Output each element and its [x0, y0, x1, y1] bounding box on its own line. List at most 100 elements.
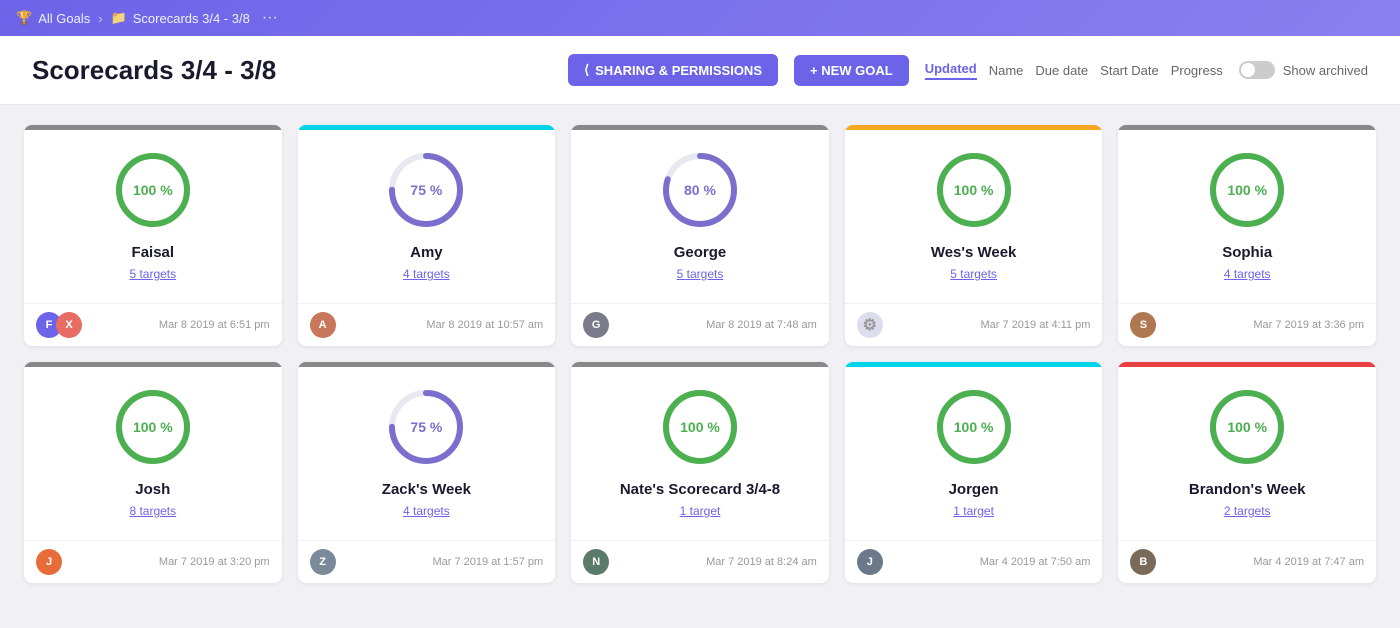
progress-circle: 75 %	[386, 150, 466, 230]
show-archived-toggle[interactable]	[1239, 61, 1275, 79]
progress-percent: 75 %	[410, 182, 442, 198]
avatar: A	[310, 312, 336, 338]
sort-start-date[interactable]: Start Date	[1100, 63, 1159, 78]
card-footer: N Mar 7 2019 at 8:24 am	[571, 540, 829, 583]
card-targets[interactable]: 1 target	[953, 504, 994, 518]
avatar-2: X	[56, 312, 82, 338]
avatar-group: F X	[36, 312, 82, 338]
card-footer: S Mar 7 2019 at 3:36 pm	[1118, 303, 1376, 346]
sort-options: Updated Name Due date Start Date Progres…	[925, 61, 1223, 80]
card-name: Sophia	[1222, 244, 1272, 261]
avatar: G	[583, 312, 609, 338]
card-body: 75 % Zack's Week 4 targets	[298, 367, 556, 540]
scorecard-card[interactable]: 75 % Zack's Week 4 targets Z Mar 7 2019 …	[298, 362, 556, 583]
card-footer: G Mar 8 2019 at 7:48 am	[571, 303, 829, 346]
card-name: Wes's Week	[931, 244, 1017, 261]
page-header: Scorecards 3/4 - 3/8 ⟨ SHARING & PERMISS…	[0, 36, 1400, 105]
card-body: 100 % Wes's Week 5 targets	[845, 130, 1103, 303]
card-name: Brandon's Week	[1189, 481, 1306, 498]
card-body: 100 % Nate's Scorecard 3/4-8 1 target	[571, 367, 829, 540]
progress-circle: 100 %	[113, 387, 193, 467]
scorecard-card[interactable]: 100 % Brandon's Week 2 targets B Mar 4 2…	[1118, 362, 1376, 583]
progress-percent: 100 %	[133, 419, 173, 435]
progress-percent: 80 %	[684, 182, 716, 198]
card-body: 100 % Brandon's Week 2 targets	[1118, 367, 1376, 540]
scorecard-card[interactable]: 75 % Amy 4 targets A Mar 8 2019 at 10:57…	[298, 125, 556, 346]
sort-due-date[interactable]: Due date	[1035, 63, 1088, 78]
card-targets[interactable]: 4 targets	[403, 504, 450, 518]
card-body: 100 % Faisal 5 targets	[24, 130, 282, 303]
avatar: B	[1130, 549, 1156, 575]
card-targets[interactable]: 4 targets	[403, 267, 450, 281]
share-icon: ⟨	[584, 62, 589, 78]
card-body: 100 % Josh 8 targets	[24, 367, 282, 540]
top-nav: 🏆 All Goals › 📁 Scorecards 3/4 - 3/8 ···	[0, 0, 1400, 36]
card-body: 75 % Amy 4 targets	[298, 130, 556, 303]
avatar: J	[857, 549, 883, 575]
progress-percent: 100 %	[1227, 182, 1267, 198]
nav-scorecard[interactable]: 📁 Scorecards 3/4 - 3/8	[111, 10, 250, 26]
card-name: Zack's Week	[382, 481, 471, 498]
card-footer: F X Mar 8 2019 at 6:51 pm	[24, 303, 282, 346]
avatar: N	[583, 549, 609, 575]
progress-circle: 80 %	[660, 150, 740, 230]
card-footer: A Mar 8 2019 at 10:57 am	[298, 303, 556, 346]
card-timestamp: Mar 7 2019 at 3:36 pm	[1253, 319, 1364, 331]
show-archived-label: Show archived	[1283, 63, 1368, 78]
card-targets[interactable]: 5 targets	[677, 267, 724, 281]
card-timestamp: Mar 8 2019 at 7:48 am	[706, 319, 817, 331]
progress-percent: 100 %	[954, 419, 994, 435]
sharing-permissions-button[interactable]: ⟨ SHARING & PERMISSIONS	[568, 54, 778, 86]
progress-circle: 100 %	[660, 387, 740, 467]
card-targets[interactable]: 2 targets	[1224, 504, 1271, 518]
card-name: Amy	[410, 244, 443, 261]
card-name: Jorgen	[949, 481, 999, 498]
progress-percent: 100 %	[1227, 419, 1267, 435]
new-goal-button[interactable]: + NEW GOAL	[794, 55, 909, 86]
card-name: Faisal	[132, 244, 175, 261]
card-body: 80 % George 5 targets	[571, 130, 829, 303]
card-timestamp: Mar 7 2019 at 4:11 pm	[981, 319, 1091, 331]
card-body: 100 % Sophia 4 targets	[1118, 130, 1376, 303]
cards-grid: 100 % Faisal 5 targets F X Mar 8 2019 at…	[0, 105, 1400, 603]
progress-percent: 100 %	[954, 182, 994, 198]
scorecard-card[interactable]: 100 % Wes's Week 5 targets ⚙ Mar 7 2019 …	[845, 125, 1103, 346]
sort-progress[interactable]: Progress	[1171, 63, 1223, 78]
card-footer: J Mar 7 2019 at 3:20 pm	[24, 540, 282, 583]
card-footer: ⚙ Mar 7 2019 at 4:11 pm	[845, 303, 1103, 346]
card-footer: J Mar 4 2019 at 7:50 am	[845, 540, 1103, 583]
progress-percent: 100 %	[133, 182, 173, 198]
nav-all-goals-label: All Goals	[38, 11, 90, 26]
avatar: Z	[310, 549, 336, 575]
card-targets[interactable]: 5 targets	[129, 267, 176, 281]
trophy-icon: 🏆	[16, 10, 32, 26]
card-timestamp: Mar 8 2019 at 10:57 am	[426, 319, 543, 331]
nav-more-dots[interactable]: ···	[262, 9, 278, 27]
scorecard-card[interactable]: 100 % Faisal 5 targets F X Mar 8 2019 at…	[24, 125, 282, 346]
scorecard-card[interactable]: 80 % George 5 targets G Mar 8 2019 at 7:…	[571, 125, 829, 346]
card-targets[interactable]: 8 targets	[129, 504, 176, 518]
progress-circle: 100 %	[1207, 150, 1287, 230]
card-targets[interactable]: 1 target	[680, 504, 721, 518]
card-targets[interactable]: 5 targets	[950, 267, 997, 281]
avatar: S	[1130, 312, 1156, 338]
card-footer: Z Mar 7 2019 at 1:57 pm	[298, 540, 556, 583]
scorecard-card[interactable]: 100 % Jorgen 1 target J Mar 4 2019 at 7:…	[845, 362, 1103, 583]
progress-circle: 100 %	[934, 387, 1014, 467]
progress-circle: 75 %	[386, 387, 466, 467]
scorecard-card[interactable]: 100 % Josh 8 targets J Mar 7 2019 at 3:2…	[24, 362, 282, 583]
card-timestamp: Mar 4 2019 at 7:50 am	[980, 556, 1091, 568]
nav-all-goals[interactable]: 🏆 All Goals	[16, 10, 90, 26]
progress-circle: 100 %	[1207, 387, 1287, 467]
scorecard-card[interactable]: 100 % Nate's Scorecard 3/4-8 1 target N …	[571, 362, 829, 583]
sort-name[interactable]: Name	[989, 63, 1024, 78]
card-name: Nate's Scorecard 3/4-8	[620, 481, 780, 498]
scorecard-card[interactable]: 100 % Sophia 4 targets S Mar 7 2019 at 3…	[1118, 125, 1376, 346]
avatar: J	[36, 549, 62, 575]
card-timestamp: Mar 7 2019 at 1:57 pm	[433, 556, 544, 568]
card-targets[interactable]: 4 targets	[1224, 267, 1271, 281]
sort-updated[interactable]: Updated	[925, 61, 977, 80]
progress-circle: 100 %	[934, 150, 1014, 230]
show-archived-wrapper: Show archived	[1239, 61, 1368, 79]
card-body: 100 % Jorgen 1 target	[845, 367, 1103, 540]
